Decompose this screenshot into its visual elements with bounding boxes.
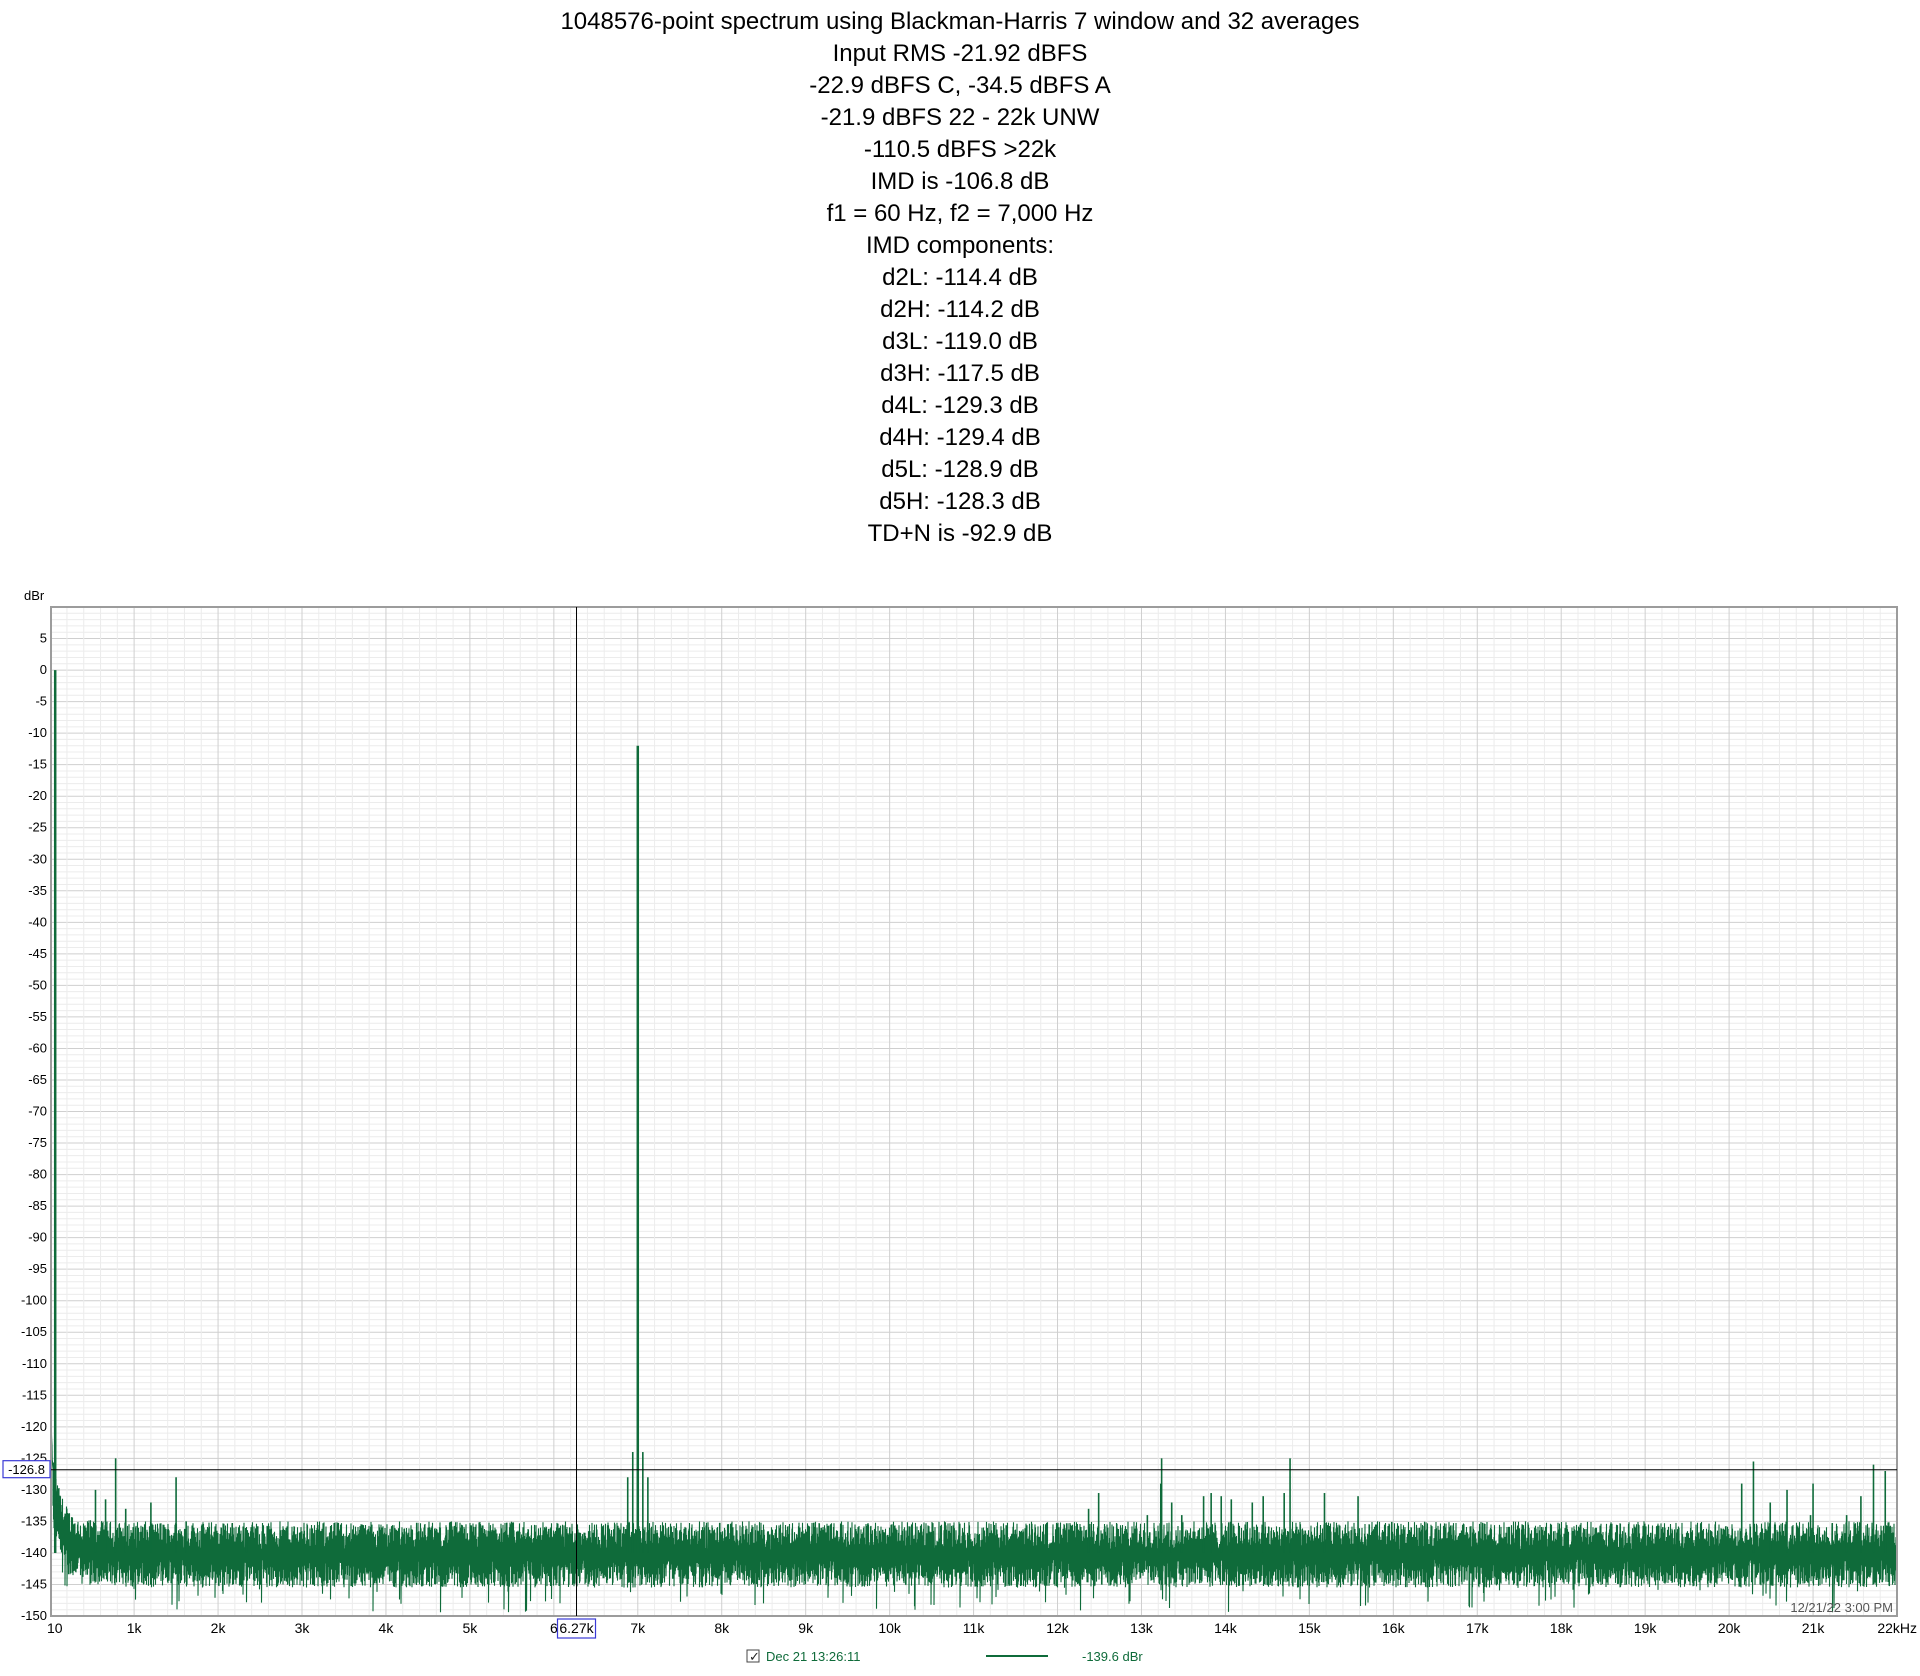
y-tick-label: 5 xyxy=(40,631,47,646)
y-tick-label: -5 xyxy=(35,694,47,709)
y-tick-label: -30 xyxy=(28,851,47,866)
x-tick-label: 19k xyxy=(1634,1620,1658,1636)
y-tick-label: -20 xyxy=(28,788,47,803)
x-tick-label: 4k xyxy=(379,1620,395,1636)
x-tick-label: 13k xyxy=(1130,1620,1154,1636)
y-tick-label: -85 xyxy=(28,1198,47,1213)
x-tick-label: 8k xyxy=(714,1620,730,1636)
x-tick-label: 1k xyxy=(127,1620,143,1636)
y-tick-label: -105 xyxy=(21,1324,47,1339)
x-tick-label: 10 xyxy=(47,1620,63,1636)
y-axis-label: dBr xyxy=(24,588,45,603)
x-tick-label: 3k xyxy=(295,1620,311,1636)
legend-series-value: -139.6 dBr xyxy=(1082,1649,1143,1664)
x-tick-label: 10k xyxy=(878,1620,902,1636)
y-tick-label: -70 xyxy=(28,1104,47,1119)
cursor-y-readout: -126.8 xyxy=(8,1462,45,1477)
spectrum-chart: 5 0 -5 -10 -15 -20 -25 -30 -35 -40 -45 -50 -55 -60 -65… xyxy=(2,588,1917,1665)
y-tick-label: -55 xyxy=(28,1009,47,1024)
y-tick-label: -135 xyxy=(21,1513,47,1528)
y-tick-label: -75 xyxy=(28,1135,47,1150)
x-tick-label: 21k xyxy=(1802,1620,1826,1636)
y-tick-label: -50 xyxy=(28,977,47,992)
y-tick-label: -60 xyxy=(28,1040,47,1055)
cursor-x-readout: 6.27k xyxy=(559,1620,594,1636)
y-tick-label: -145 xyxy=(21,1576,47,1591)
x-tick-label: 22kHz xyxy=(1877,1620,1917,1636)
y-tick-label: -100 xyxy=(21,1293,47,1308)
y-tick-label: -90 xyxy=(28,1230,47,1245)
y-tick-label: 0 xyxy=(40,662,47,677)
x-tick-label: 16k xyxy=(1382,1620,1406,1636)
legend: ✓ Dec 21 13:26:11 -139.6 dBr xyxy=(746,1649,1143,1665)
x-tick-label: 2k xyxy=(211,1620,227,1636)
y-tick-label: -120 xyxy=(21,1419,47,1434)
y-tick-label: -65 xyxy=(28,1072,47,1087)
x-tick-label: 12k xyxy=(1046,1620,1070,1636)
x-tick-label: 20k xyxy=(1718,1620,1742,1636)
x-tick-label: 7k xyxy=(630,1620,646,1636)
x-tick-label: 15k xyxy=(1298,1620,1322,1636)
x-tick-label: 11k xyxy=(963,1620,986,1636)
x-tick-label: 9k xyxy=(798,1620,814,1636)
y-tick-label: -150 xyxy=(21,1608,47,1623)
y-tick-label: -25 xyxy=(28,820,47,835)
x-tick-labels: 10 1k 2k 3k 4k 5k 6 7k 8k 9k 10k 11k 12k 13k 14k 15k 16k… xyxy=(47,1620,1917,1636)
legend-series-label: Dec 21 13:26:11 xyxy=(766,1649,860,1664)
y-tick-label: -35 xyxy=(28,883,47,898)
x-tick-label: 17k xyxy=(1466,1620,1490,1636)
y-tick-label: -15 xyxy=(28,757,47,772)
y-tick-label: -115 xyxy=(22,1387,47,1402)
y-tick-label: -10 xyxy=(28,725,47,740)
y-tick-label: -130 xyxy=(21,1482,47,1497)
grid-lines xyxy=(51,606,1898,1617)
x-tick-label: 14k xyxy=(1214,1620,1238,1636)
legend-checkbox-check-icon: ✓ xyxy=(749,1650,760,1665)
x-tick-label: 6 xyxy=(550,1620,558,1636)
x-tick-label: 5k xyxy=(462,1620,478,1636)
y-tick-label: -80 xyxy=(28,1167,47,1182)
y-tick-label: -45 xyxy=(28,946,47,961)
y-tick-label: -110 xyxy=(22,1356,47,1371)
y-tick-label: -140 xyxy=(21,1545,47,1560)
y-tick-label: -95 xyxy=(28,1261,47,1276)
y-tick-label: -40 xyxy=(28,914,47,929)
timestamp: 12/21/22 3:00 PM xyxy=(1790,1600,1893,1615)
x-tick-label: 18k xyxy=(1550,1620,1574,1636)
